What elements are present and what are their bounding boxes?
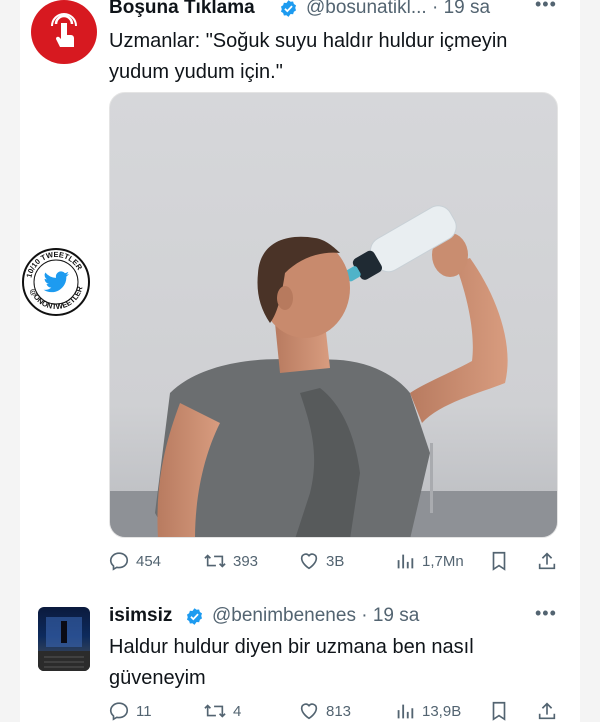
display-name[interactable]: Boşuna Tıklama [109,0,255,19]
more-icon[interactable]: ••• [535,603,557,624]
tweet-actions: 454 393 3B 1,7Mn [108,550,560,576]
views-icon [397,554,414,569]
bookmark-icon [492,701,506,721]
left-margin [0,0,20,722]
share-icon [538,702,556,720]
retweet-icon [204,554,226,568]
like-button[interactable]: 3B [298,550,344,572]
like-count: 3B [326,552,345,570]
watermark-logo: 10/10 TWEETLER @ONONTWEETLER [21,247,91,317]
share-button[interactable] [536,700,558,722]
tweet-text: Haldur huldur diyen bir uzmana ben nasıl… [109,632,474,694]
share-icon [538,552,556,570]
avatar[interactable] [38,607,90,671]
bookmark-button[interactable] [489,700,509,722]
photo-man-drinking-water [110,93,557,537]
reply-button[interactable]: 454 [108,550,161,572]
avatar[interactable] [31,0,97,64]
tweet-actions: 11 4 813 13,9B [108,700,560,726]
views-icon [397,704,414,719]
reply-icon [109,552,129,571]
tweet-text: Uzmanlar: "Soğuk suyu haldır huldur içme… [109,26,507,88]
bookmark-button[interactable] [489,550,509,572]
like-icon [300,703,318,720]
retweet-count: 4 [233,702,242,720]
display-name[interactable]: isimsiz [109,605,172,627]
tweet-text-line: güveneyim [109,667,206,689]
more-icon[interactable]: ••• [535,0,557,15]
like-count: 813 [326,702,352,720]
views-button[interactable]: 1,7Mn [394,550,464,572]
like-icon [300,553,318,570]
retweet-icon [204,704,226,718]
view-count: 13,9B [422,702,462,720]
retweet-count: 393 [233,552,259,570]
retweet-button[interactable]: 393 [203,550,258,572]
bookmark-icon [492,551,506,571]
retweet-button[interactable]: 4 [203,700,241,722]
like-button[interactable]: 813 [298,700,351,722]
reply-count: 11 [136,702,152,720]
verified-icon [186,608,203,625]
views-button[interactable]: 13,9B [394,700,461,722]
reply-button[interactable]: 11 [108,700,152,722]
tweet-text-line: yudum yudum için." [109,61,283,83]
share-button[interactable] [536,550,558,572]
tweet-text-line: Uzmanlar: "Soğuk suyu haldır huldur içme… [109,30,508,52]
avatar-image [38,617,90,671]
tweet-photo[interactable] [109,92,558,538]
reply-count: 454 [136,552,162,570]
verified-icon [280,0,297,17]
reply-icon [109,702,129,721]
view-count: 1,7Mn [422,552,464,570]
right-margin [580,0,600,722]
tap-icon [51,13,77,47]
handle-and-time[interactable]: @benimbenenes · 19 sa [212,605,419,627]
tweet-text-line: Haldur huldur diyen bir uzmana ben nasıl [109,636,474,658]
handle-and-time[interactable]: @bosunatikl... · 19 sa [306,0,490,19]
